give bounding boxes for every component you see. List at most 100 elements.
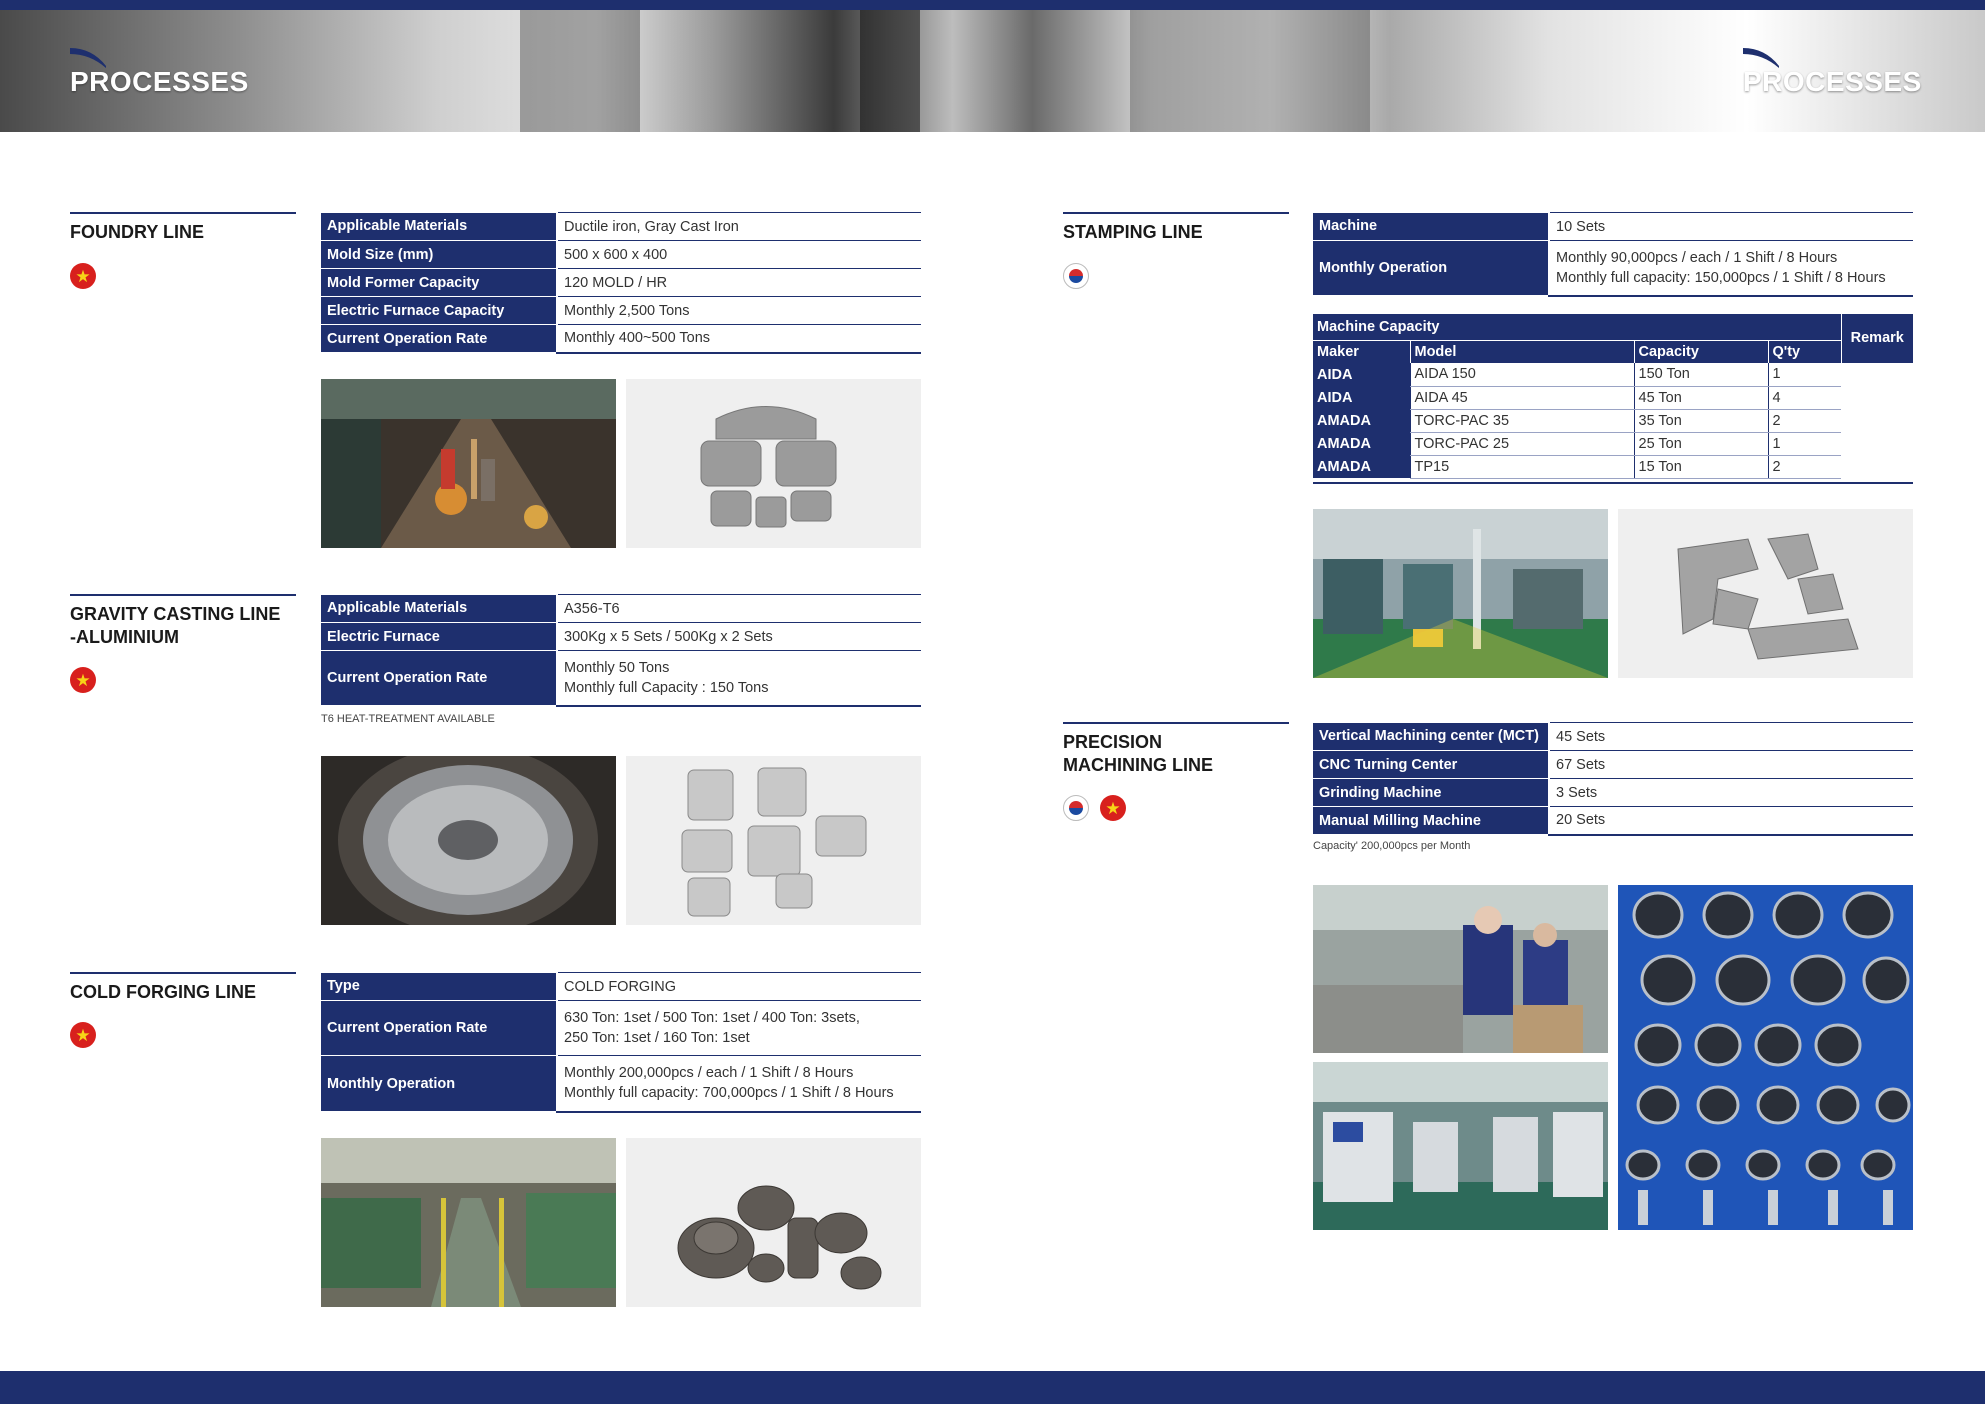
table-row: Current Operation Rate Monthly 400~500 To… bbox=[321, 324, 921, 354]
maker-cell: AIDA bbox=[1313, 386, 1410, 409]
table-row: Applicable Materials Ductile iron, Gray C… bbox=[321, 212, 921, 241]
spec-value: 3 Sets bbox=[1548, 778, 1913, 807]
spec-key: Electric Furnace Capacity bbox=[321, 296, 557, 325]
table-row: Machine 10 Sets bbox=[1313, 212, 1913, 241]
table-row: AIDA AIDA 45 45 Ton 4 bbox=[1313, 386, 1913, 410]
spec-value-line: Monthly full Capacity : 150 Tons bbox=[564, 679, 769, 696]
model-cell: TORC-PAC 25 bbox=[1409, 432, 1634, 456]
qty-cell: 1 bbox=[1767, 432, 1841, 456]
column-header: Capacity bbox=[1634, 339, 1769, 363]
table-header-row: Maker Model Capacity Q'ty bbox=[1313, 339, 1913, 363]
spec-key: Current Operation Rate bbox=[321, 650, 557, 706]
spec-value: 45 Sets bbox=[1548, 722, 1913, 751]
table-row: AMADA TORC-PAC 25 25 Ton 1 bbox=[1313, 432, 1913, 456]
gravity-spec-table: Applicable Materials A356-T6 Electric Fur… bbox=[321, 594, 921, 707]
foundry-floor-photo bbox=[321, 379, 616, 548]
table-row: Electric Furnace 300Kg x 5 Sets / 500Kg x… bbox=[321, 622, 921, 651]
spec-value: Monthly 2,500 Tons bbox=[556, 296, 921, 325]
foundry-spec-table: Applicable Materials Ductile iron, Gray C… bbox=[321, 212, 921, 354]
vietnam-flag-icon: ★ bbox=[1100, 795, 1126, 821]
cold-forging-floor-photo bbox=[321, 1138, 616, 1307]
spec-value: 300Kg x 5 Sets / 500Kg x 2 Sets bbox=[556, 622, 921, 651]
spec-value-line: Monthly full capacity: 150,000pcs / 1 Sh… bbox=[1556, 269, 1886, 286]
remark-cell bbox=[1841, 409, 1913, 432]
section-rule bbox=[70, 594, 296, 596]
spec-value-line: Monthly 200,000pcs / each / 1 Shift / 8 … bbox=[564, 1065, 854, 1082]
model-cell: AIDA 45 bbox=[1409, 386, 1634, 410]
korea-flag-icon bbox=[1063, 263, 1089, 289]
gravity-product-photo bbox=[626, 756, 921, 925]
vietnam-flag-icon: ★ bbox=[70, 1022, 96, 1048]
column-header: Q'ty bbox=[1768, 339, 1842, 363]
precision-title-line1: PRECISION bbox=[1063, 732, 1163, 752]
remark-cell bbox=[1841, 363, 1913, 386]
spec-value: Monthly 200,000pcs / each / 1 Shift / 8 … bbox=[556, 1055, 921, 1113]
spec-value: Monthly 400~500 Tons bbox=[556, 324, 921, 354]
table-row: Applicable Materials A356-T6 bbox=[321, 594, 921, 623]
table-bottom-rule bbox=[1313, 482, 1913, 484]
table-row: AIDA AIDA 150 150 Ton 1 bbox=[1313, 363, 1913, 387]
spec-key: Manual Milling Machine bbox=[1313, 806, 1549, 835]
spec-key: Machine bbox=[1313, 212, 1549, 241]
table-row: Type COLD FORGING bbox=[321, 972, 921, 1001]
spec-key: Applicable Materials bbox=[321, 594, 557, 623]
table-row: CNC Turning Center 67 Sets bbox=[1313, 750, 1913, 779]
precision-note: Capacity' 200,000pcs per Month bbox=[1313, 840, 1471, 852]
remark-cell bbox=[1841, 432, 1913, 455]
spec-value: 20 Sets bbox=[1548, 806, 1913, 836]
machine-capacity-table: Machine Capacity Remark Maker Model Capa… bbox=[1313, 314, 1913, 479]
spec-key: Electric Furnace bbox=[321, 622, 557, 651]
brand-swoosh-icon bbox=[70, 48, 106, 68]
stamping-title: STAMPING LINE bbox=[1063, 222, 1203, 242]
capacity-cell: 15 Ton bbox=[1633, 455, 1768, 479]
top-accent-bar bbox=[0, 0, 1985, 10]
stamping-product-photo bbox=[1618, 509, 1913, 678]
qty-cell: 2 bbox=[1767, 409, 1841, 433]
spec-value: Ductile iron, Gray Cast Iron bbox=[556, 212, 921, 241]
foundry-title: FOUNDRY LINE bbox=[70, 222, 205, 242]
spec-key: Monthly Operation bbox=[1313, 240, 1549, 296]
table-row: Current Operation Rate Monthly 50 Tons Mon… bbox=[321, 650, 921, 707]
spec-key: Current Operation Rate bbox=[321, 324, 557, 353]
table-caption-row: Machine Capacity Remark bbox=[1313, 314, 1913, 364]
capacity-cell: 35 Ton bbox=[1633, 409, 1768, 433]
gravity-title: GRAVITY CASTING LINE -ALUMINIUM bbox=[70, 603, 280, 649]
vietnam-flag-icon: ★ bbox=[70, 263, 96, 289]
maker-cell: AMADA bbox=[1313, 455, 1410, 478]
table-row: Vertical Machining center (MCT) 45 Sets bbox=[1313, 722, 1913, 751]
table-row: Monthly Operation Monthly 200,000pcs / ea… bbox=[321, 1055, 921, 1113]
capacity-cell: 150 Ton bbox=[1633, 363, 1768, 387]
gravity-furnace-photo bbox=[321, 756, 616, 925]
precision-title-line2: MACHINING LINE bbox=[1063, 755, 1213, 775]
section-rule bbox=[70, 972, 296, 974]
spec-key: Current Operation Rate bbox=[321, 1000, 557, 1056]
capacity-cell: 25 Ton bbox=[1633, 432, 1768, 456]
model-cell: AIDA 150 bbox=[1409, 363, 1634, 387]
spec-value-line: 250 Ton: 1set / 160 Ton: 1set bbox=[564, 1030, 750, 1046]
qty-cell: 1 bbox=[1767, 363, 1841, 387]
qty-cell: 4 bbox=[1767, 386, 1841, 410]
spec-key: Applicable Materials bbox=[321, 212, 557, 241]
precision-spec-table: Vertical Machining center (MCT) 45 Sets C… bbox=[1313, 722, 1913, 836]
maker-cell: AMADA bbox=[1313, 409, 1410, 432]
machining-workers-photo bbox=[1313, 885, 1608, 1053]
table-row: AMADA TORC-PAC 35 35 Ton 2 bbox=[1313, 409, 1913, 433]
cold-title: COLD FORGING LINE bbox=[70, 982, 256, 1002]
spec-value: A356-T6 bbox=[556, 594, 921, 623]
machining-floor-photo bbox=[1313, 1062, 1608, 1230]
stamping-floor-photo bbox=[1313, 509, 1608, 678]
brand-swoosh-icon bbox=[1743, 48, 1779, 68]
spec-value: 500 x 600 x 400 bbox=[556, 240, 921, 269]
footer-bar bbox=[0, 1371, 1985, 1404]
section-rule bbox=[1063, 722, 1289, 724]
spec-value: 10 Sets bbox=[1548, 212, 1913, 241]
column-header: Model bbox=[1410, 339, 1635, 363]
gravity-note: T6 HEAT-TREATMENT AVAILABLE bbox=[321, 713, 495, 725]
spec-value: COLD FORGING bbox=[556, 972, 921, 1001]
page-title-right: PROCESSES bbox=[1743, 66, 1922, 97]
table-row: Current Operation Rate 630 Ton: 1set / 50… bbox=[321, 1000, 921, 1056]
maker-cell: AIDA bbox=[1313, 363, 1410, 386]
spec-value: Monthly 90,000pcs / each / 1 Shift / 8 H… bbox=[1548, 240, 1913, 297]
spec-value: 630 Ton: 1set / 500 Ton: 1set / 400 Ton:… bbox=[556, 1000, 921, 1056]
table-row: Monthly Operation Monthly 90,000pcs / eac… bbox=[1313, 240, 1913, 297]
